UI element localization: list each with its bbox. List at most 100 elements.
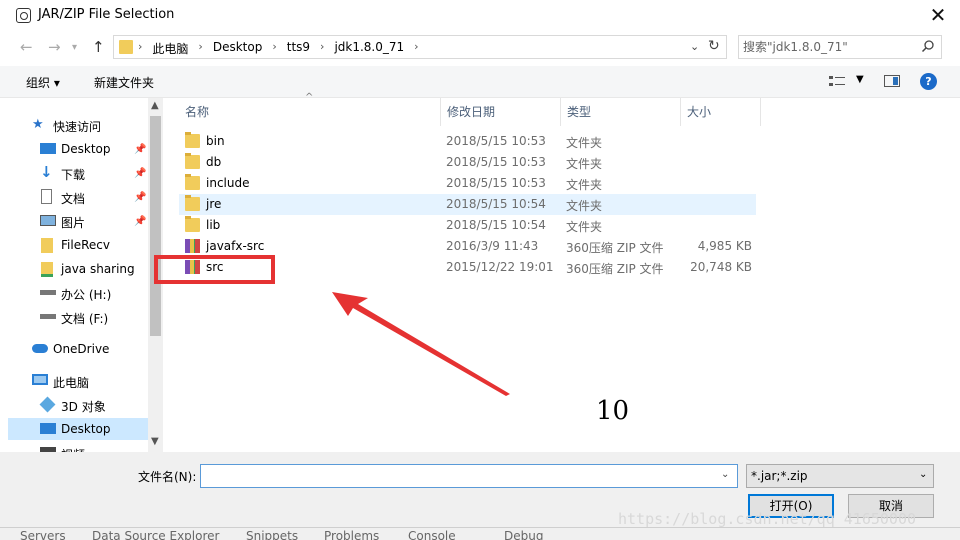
- recent-dropdown-icon[interactable]: ▾: [72, 42, 77, 53]
- file-date: 2018/5/15 10:53: [446, 176, 546, 190]
- nav-item-drive-h[interactable]: 办公 (H:): [8, 282, 148, 304]
- highlight-box: [154, 255, 275, 284]
- ide-tab[interactable]: Data Source Explorer: [92, 529, 219, 540]
- view-options-icon[interactable]: [828, 74, 848, 88]
- nav-item-videos[interactable]: 视频: [8, 442, 148, 452]
- nav-item-java-sharing[interactable]: java sharing: [8, 258, 148, 280]
- ide-tab[interactable]: Servers: [20, 529, 66, 540]
- folder-icon: [41, 262, 53, 277]
- nav-item-3d-objects[interactable]: 3D 对象: [8, 394, 148, 416]
- file-type: 文件夹: [566, 178, 603, 192]
- close-icon[interactable]: ✕: [924, 2, 952, 28]
- nav-item-documents[interactable]: 文档 📌: [8, 186, 148, 208]
- address-bar[interactable]: › 此电脑 › Desktop › tts9 › jdk1.8.0_71 › ⌄…: [113, 35, 727, 59]
- file-name: javafx-src: [206, 239, 265, 253]
- help-icon[interactable]: ?: [920, 73, 937, 90]
- chevron-right-icon: ›: [320, 40, 325, 53]
- pin-icon[interactable]: 📌: [134, 168, 146, 179]
- desktop-icon: [40, 423, 56, 434]
- preview-pane-icon[interactable]: [884, 75, 900, 87]
- file-row[interactable]: javafx-src 2016/3/9 11:43 360压缩 ZIP 文件 4…: [179, 236, 756, 257]
- nav-item-desktop[interactable]: Desktop 📌: [8, 138, 148, 160]
- nav-item-downloads[interactable]: ↓ 下载 📌: [8, 162, 148, 184]
- file-date: 2018/5/15 10:54: [446, 197, 546, 211]
- command-bar: 组织 ▾ 新建文件夹 ▼ ?: [0, 66, 960, 98]
- nav-item-quick-access[interactable]: ★ 快速访问: [8, 114, 148, 136]
- pin-icon[interactable]: 📌: [134, 216, 146, 227]
- file-name: jre: [206, 197, 222, 211]
- nav-item-filerecv[interactable]: FileRecv: [8, 234, 148, 256]
- organize-button[interactable]: 组织 ▾: [26, 74, 60, 91]
- refresh-icon[interactable]: ↻: [708, 38, 720, 54]
- file-row[interactable]: include 2018/5/15 10:53 文件夹: [179, 173, 756, 194]
- search-icon[interactable]: [921, 39, 935, 53]
- file-row[interactable]: jre 2018/5/15 10:54 文件夹: [179, 194, 756, 215]
- chevron-right-icon: ›: [138, 40, 143, 53]
- scroll-up-icon[interactable]: ▲: [151, 100, 159, 111]
- forward-icon[interactable]: →: [48, 38, 61, 56]
- file-row[interactable]: db 2018/5/15 10:53 文件夹: [179, 152, 756, 173]
- address-row: ← → ▾ ↑ › 此电脑 › Desktop › tts9 › jdk1.8.…: [0, 32, 960, 62]
- file-type: 360压缩 ZIP 文件: [566, 241, 664, 255]
- column-header-size[interactable]: 大小: [681, 98, 761, 126]
- annotation-arrow: [332, 292, 510, 396]
- nav-item-onedrive[interactable]: OneDrive: [8, 338, 148, 360]
- scroll-thumb[interactable]: [150, 116, 161, 336]
- scroll-down-icon[interactable]: ▼: [151, 436, 159, 447]
- download-icon: ↓: [40, 163, 53, 181]
- nav-item-pictures[interactable]: 图片 📌: [8, 210, 148, 232]
- nav-item-label: 快速访问: [53, 120, 102, 134]
- ide-tab[interactable]: Problems: [324, 529, 379, 540]
- nav-item-label: 文档 (F:): [61, 312, 109, 326]
- nav-item-label: 3D 对象: [61, 400, 106, 414]
- nav-item-label: 下载: [61, 168, 86, 182]
- search-box[interactable]: [738, 35, 942, 59]
- file-row[interactable]: bin 2018/5/15 10:53 文件夹: [179, 131, 756, 152]
- new-folder-button[interactable]: 新建文件夹: [94, 74, 154, 91]
- nav-item-desktop-selected[interactable]: Desktop: [8, 418, 148, 440]
- column-header-type[interactable]: 类型: [561, 98, 681, 126]
- back-icon[interactable]: ←: [20, 38, 33, 56]
- file-name: bin: [206, 134, 225, 148]
- pin-icon[interactable]: 📌: [134, 192, 146, 203]
- ide-tab[interactable]: Debug: [504, 529, 543, 540]
- folder-icon: [185, 216, 200, 232]
- breadcrumb: › 此电脑 › Desktop › tts9 › jdk1.8.0_71 ›: [138, 40, 429, 57]
- nav-item-this-pc[interactable]: 此电脑: [8, 370, 148, 392]
- chevron-right-icon: ›: [198, 40, 203, 53]
- breadcrumb-item[interactable]: Desktop: [213, 40, 263, 57]
- up-icon[interactable]: ↑: [92, 38, 105, 56]
- folder-icon: [185, 132, 200, 148]
- file-name: lib: [206, 218, 221, 232]
- file-row[interactable]: lib 2018/5/15 10:54 文件夹: [179, 215, 756, 236]
- nav-item-label: OneDrive: [53, 342, 110, 356]
- filename-input[interactable]: [205, 468, 715, 484]
- app-icon: [16, 8, 31, 23]
- search-input[interactable]: [743, 38, 913, 56]
- title-bar: JAR/ZIP File Selection ✕: [0, 0, 960, 30]
- chevron-down-icon[interactable]: ⌄: [690, 40, 699, 53]
- file-type-select[interactable]: *.jar;*.zip ⌄: [746, 464, 934, 488]
- breadcrumb-item[interactable]: jdk1.8.0_71: [334, 40, 404, 57]
- pin-icon[interactable]: 📌: [134, 144, 146, 155]
- file-name: db: [206, 155, 222, 169]
- chevron-down-icon[interactable]: ⌄: [721, 469, 729, 480]
- desktop-icon: [40, 143, 56, 154]
- nav-item-label: java sharing: [61, 262, 135, 276]
- ide-tab[interactable]: Console: [408, 529, 456, 540]
- chevron-down-icon[interactable]: ▼: [856, 74, 864, 85]
- chevron-down-icon[interactable]: ⌄: [919, 469, 927, 480]
- filename-combobox[interactable]: ⌄: [200, 464, 738, 488]
- file-date: 2018/5/15 10:53: [446, 134, 546, 148]
- breadcrumb-item[interactable]: tts9: [287, 40, 310, 57]
- column-header-name[interactable]: 名称: [179, 98, 441, 126]
- cloud-icon: [32, 344, 48, 353]
- file-list: ^ 名称 修改日期 类型 大小 bin 2018/5/15 10:53 文件夹 …: [165, 92, 960, 452]
- file-date: 2018/5/15 10:53: [446, 155, 546, 169]
- ide-tab[interactable]: Snippets: [246, 529, 298, 540]
- nav-item-label: 文档: [61, 192, 86, 206]
- column-header-date[interactable]: 修改日期: [441, 98, 561, 126]
- breadcrumb-item[interactable]: 此电脑: [152, 40, 188, 57]
- zip-archive-icon: [185, 239, 200, 253]
- nav-item-drive-f[interactable]: 文档 (F:): [8, 306, 148, 328]
